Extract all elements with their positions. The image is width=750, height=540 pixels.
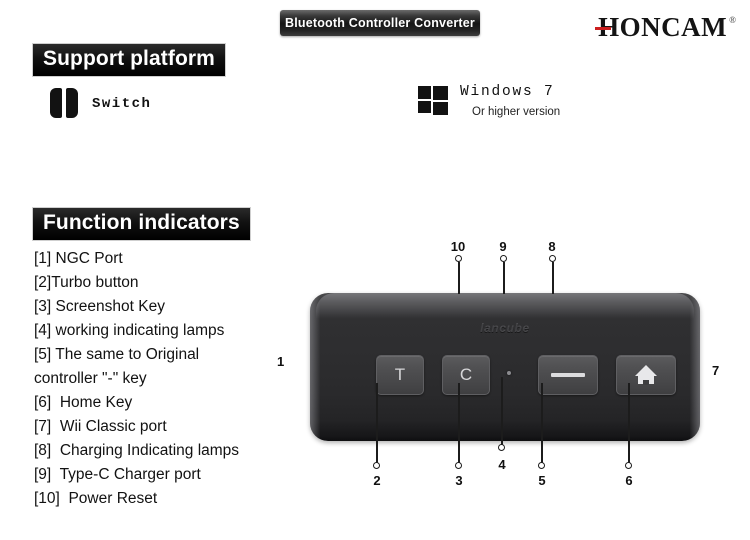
function-indicators-list: [1] NGC Port [2]Turbo button [3] Screens… [34, 247, 284, 511]
device-diagram: lancube T C 10 9 8 1 7 2 3 4 5 6 [255, 235, 750, 500]
screenshot-button-label: C [459, 365, 473, 384]
list-item: [5] The same to Original [34, 346, 200, 363]
callout-dot-2 [373, 462, 380, 469]
platform-switch: Switch [50, 88, 151, 118]
working-indicator-led-icon [507, 371, 511, 375]
device-top-highlight [316, 293, 694, 319]
windows-logo-icon [418, 86, 448, 116]
product-title-badge: Bluetooth Controller Converter [280, 10, 480, 36]
callout-number-5: 5 [538, 473, 546, 488]
callout-dot-4 [498, 444, 505, 451]
list-item: [1] NGC Port [34, 250, 123, 267]
callout-line-10 [458, 262, 460, 294]
list-item: [3] Screenshot Key [34, 298, 165, 315]
callout-number-1: 1 [277, 354, 285, 369]
home-button[interactable] [616, 355, 676, 395]
turbo-button[interactable]: T [376, 355, 424, 395]
screenshot-button[interactable]: C [442, 355, 490, 395]
callout-line-2 [376, 383, 378, 463]
minus-button[interactable] [538, 355, 598, 395]
list-item: [2]Turbo button [34, 274, 139, 291]
callout-dot-10 [455, 255, 462, 262]
callout-dot-8 [549, 255, 556, 262]
list-item: [6] Home Key [34, 394, 133, 411]
minus-icon [551, 373, 585, 377]
callout-number-8: 8 [548, 239, 556, 254]
callout-number-3: 3 [455, 473, 463, 488]
registered-trademark-icon: ® [729, 15, 736, 25]
callout-line-6 [628, 383, 630, 463]
function-indicators-heading: Function indicators [32, 207, 251, 241]
device-button-row: T C [310, 355, 700, 395]
home-icon [635, 365, 657, 385]
brand-logo-text: HONCAM [598, 12, 728, 42]
device-body: lancube T C [310, 293, 700, 441]
list-item: [10] Power Reset [34, 490, 158, 507]
brand-logo: HONCAM ® [595, 12, 736, 44]
callout-dot-5 [538, 462, 545, 469]
callout-line-9 [503, 262, 505, 294]
platform-windows-label: Windows 7 [460, 84, 555, 100]
platform-switch-label: Switch [92, 96, 152, 112]
callout-dot-9 [500, 255, 507, 262]
platform-windows: Windows 7 Or higher version [418, 84, 560, 118]
callout-dot-3 [455, 462, 462, 469]
list-item: [8] Charging Indicating lamps [34, 442, 240, 459]
callout-number-4: 4 [498, 457, 506, 472]
platform-windows-subtitle: Or higher version [472, 106, 561, 118]
callout-dot-6 [625, 462, 632, 469]
turbo-button-label: T [394, 365, 406, 384]
callout-line-3 [458, 383, 460, 463]
callout-number-7: 7 [712, 363, 720, 378]
list-item: [4] working indicating lamps [34, 322, 225, 339]
list-item: [7] Wii Classic port [34, 418, 167, 435]
callout-number-6: 6 [625, 473, 633, 488]
list-item: [9] Type-C Charger port [34, 466, 201, 483]
callout-line-8 [552, 262, 554, 294]
callout-number-10: 10 [450, 239, 466, 254]
callout-line-4 [501, 377, 503, 445]
list-item: controller "-" key [34, 370, 147, 387]
brand-logo-red-bar-icon [595, 27, 612, 30]
support-platform-heading: Support platform [32, 43, 226, 77]
callout-number-9: 9 [499, 239, 507, 254]
callout-number-2: 2 [373, 473, 381, 488]
device-brand-emboss: lancube [480, 321, 530, 335]
callout-line-5 [541, 383, 543, 463]
nintendo-switch-icon [50, 88, 78, 118]
